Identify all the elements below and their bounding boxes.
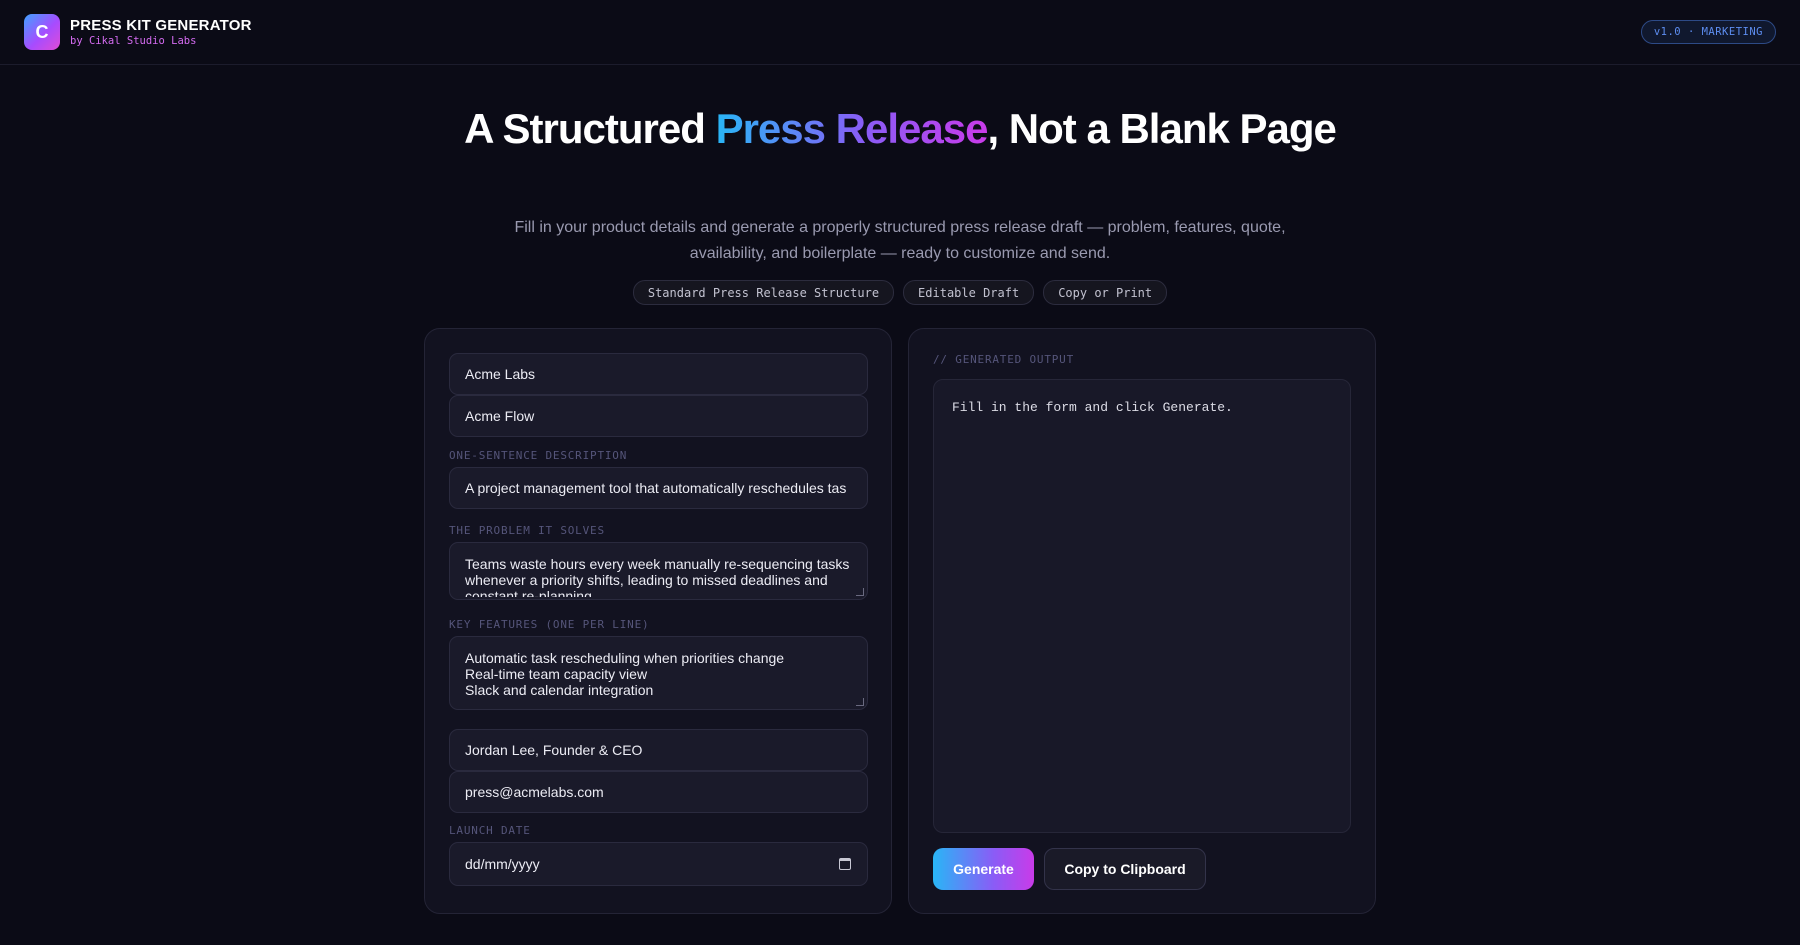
description-input[interactable]: A project management tool that automatic…	[449, 467, 868, 509]
output-textarea[interactable]: Fill in the form and click Generate.	[933, 379, 1351, 833]
problem-label: THE PROBLEM IT SOLVES	[449, 524, 605, 537]
feature-tag: Editable Draft	[903, 280, 1035, 305]
contact-email-input[interactable]: press@acmelabs.com	[449, 771, 868, 813]
problem-textarea[interactable]: Teams waste hours every week manually re…	[449, 542, 868, 600]
feature-line: Slack and calendar integration	[465, 682, 654, 698]
brand-title: PRESS KIT GENERATOR	[70, 17, 252, 34]
page-title-highlight: Press Release	[715, 105, 989, 152]
page-description: Fill in your product details and generat…	[514, 219, 1286, 262]
problem-line: Teams waste hours every week manually re…	[465, 556, 850, 572]
copy-to-clipboard-button[interactable]: Copy to Clipboard	[1044, 848, 1206, 890]
problem-line: whenever a priority shifts, leading to m…	[465, 572, 828, 588]
launch-date-label: LAUNCH DATE	[449, 824, 531, 837]
feature-tag: Standard Press Release Structure	[632, 280, 895, 305]
features-textarea[interactable]: Automatic task rescheduling when priorit…	[449, 636, 868, 710]
contact-email-value: press@acmelabs.com	[465, 784, 604, 800]
logo-icon: C	[24, 14, 60, 50]
resize-handle-icon[interactable]	[856, 698, 864, 706]
page-title: A Structured Press Release, Not a Blank …	[400, 103, 1400, 154]
company-name-value: Acme Labs	[465, 366, 536, 382]
problem-line: constant re-planning.	[465, 588, 596, 597]
launch-date-input[interactable]: dd/mm/yyyy	[449, 842, 868, 886]
description-value: A project management tool that automatic…	[465, 480, 847, 496]
page-title-prefix: A Structured	[464, 105, 716, 152]
feature-line: Real-time team capacity view	[465, 666, 648, 682]
page-title-suffix: , Not a Blank Page	[987, 105, 1336, 152]
top-bar: C PRESS KIT GENERATOR by Cikal Studio La…	[0, 0, 1800, 65]
brand-subtitle: by Cikal Studio Labs	[70, 35, 197, 47]
calendar-icon[interactable]	[839, 858, 851, 870]
company-name-input[interactable]: Acme Labs	[449, 353, 868, 395]
product-name-value: Acme Flow	[465, 408, 535, 424]
spokesperson-value: Jordan Lee, Founder & CEO	[465, 742, 643, 758]
description-label: ONE-SENTENCE DESCRIPTION	[449, 449, 628, 462]
output-panel: // GENERATED OUTPUT Fill in the form and…	[908, 328, 1376, 914]
generate-button[interactable]: Generate	[933, 848, 1034, 890]
output-label: // GENERATED OUTPUT	[933, 353, 1075, 366]
features-label: KEY FEATURES (ONE PER LINE)	[449, 618, 650, 631]
resize-handle-icon[interactable]	[856, 588, 864, 596]
feature-line: Automatic task rescheduling when priorit…	[465, 650, 785, 666]
launch-date-value: dd/mm/yyyy	[465, 856, 540, 872]
feature-tag: Copy or Print	[1043, 280, 1168, 305]
version-badge: v1.0 · MARKETING	[1640, 20, 1776, 44]
spokesperson-input[interactable]: Jordan Lee, Founder & CEO	[449, 729, 868, 771]
product-name-input[interactable]: Acme Flow	[449, 395, 868, 437]
form-panel: Acme Labs Acme Flow ONE-SENTENCE DESCRIP…	[424, 328, 892, 914]
output-placeholder: Fill in the form and click Generate.	[952, 400, 1233, 415]
feature-tags: Standard Press Release Structure Editabl…	[0, 280, 1800, 305]
